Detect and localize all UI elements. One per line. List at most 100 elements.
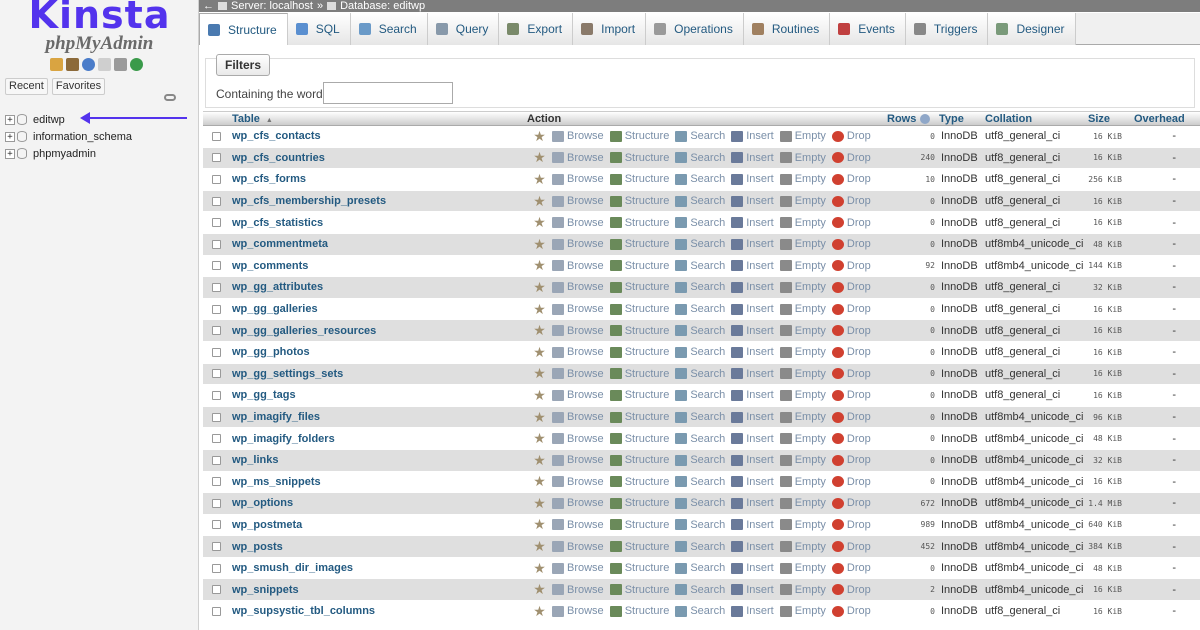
header-collation[interactable]: Collation bbox=[985, 113, 1088, 125]
action-2[interactable]: Search bbox=[675, 152, 725, 164]
action-1[interactable]: Structure bbox=[609, 433, 669, 445]
action-2[interactable]: Search bbox=[675, 497, 725, 509]
row-checkbox[interactable] bbox=[211, 196, 221, 206]
tree-item-0[interactable]: + editwp bbox=[5, 111, 197, 128]
action-2[interactable]: Search bbox=[675, 130, 725, 142]
table-name[interactable]: wp_options bbox=[229, 497, 527, 509]
row-checkbox[interactable] bbox=[211, 520, 221, 530]
action-0[interactable]: Browse bbox=[552, 519, 604, 531]
table-name[interactable]: wp_cfs_statistics bbox=[229, 217, 527, 229]
action-3[interactable]: Insert bbox=[731, 389, 774, 401]
action-5[interactable]: Drop bbox=[831, 325, 871, 337]
expand-icon[interactable]: + bbox=[5, 148, 15, 159]
action-5[interactable]: Drop bbox=[831, 130, 871, 142]
action-2[interactable]: Search bbox=[675, 346, 725, 358]
action-1[interactable]: Structure bbox=[609, 562, 669, 574]
logo[interactable]: Kinsta phpMyAdmin bbox=[0, 0, 199, 54]
favorites-button[interactable]: Favorites bbox=[51, 78, 106, 95]
table-name[interactable]: wp_gg_galleries_resources bbox=[229, 325, 527, 337]
action-1[interactable]: Structure bbox=[609, 605, 669, 617]
reload-icon[interactable] bbox=[130, 58, 143, 71]
action-0[interactable]: Browse bbox=[552, 541, 604, 553]
favorite-star-icon[interactable]: ★ bbox=[527, 560, 552, 577]
action-2[interactable]: Search bbox=[675, 368, 725, 380]
action-1[interactable]: Structure bbox=[609, 152, 669, 164]
table-name[interactable]: wp_links bbox=[229, 454, 527, 466]
action-2[interactable]: Search bbox=[675, 454, 725, 466]
tab-4[interactable]: Export bbox=[499, 13, 574, 45]
action-1[interactable]: Structure bbox=[609, 195, 669, 207]
favorite-star-icon[interactable]: ★ bbox=[527, 149, 552, 166]
table-name[interactable]: wp_gg_galleries bbox=[229, 303, 527, 315]
action-0[interactable]: Browse bbox=[552, 497, 604, 509]
action-0[interactable]: Browse bbox=[552, 217, 604, 229]
action-1[interactable]: Structure bbox=[609, 325, 669, 337]
row-checkbox[interactable] bbox=[211, 282, 221, 292]
table-name[interactable]: wp_gg_attributes bbox=[229, 281, 527, 293]
breadcrumb-server[interactable]: Server: localhost bbox=[231, 0, 313, 12]
action-0[interactable]: Browse bbox=[552, 368, 604, 380]
table-name[interactable]: wp_commentmeta bbox=[229, 238, 527, 250]
action-0[interactable]: Browse bbox=[552, 260, 604, 272]
action-3[interactable]: Insert bbox=[731, 238, 774, 250]
row-checkbox[interactable] bbox=[211, 261, 221, 271]
header-type[interactable]: Type bbox=[939, 113, 985, 125]
tree-item-1[interactable]: + information_schema bbox=[5, 128, 197, 145]
favorite-star-icon[interactable]: ★ bbox=[527, 603, 552, 620]
action-3[interactable]: Insert bbox=[731, 281, 774, 293]
tab-7[interactable]: Routines bbox=[743, 13, 831, 45]
action-3[interactable]: Insert bbox=[731, 368, 774, 380]
action-4[interactable]: Empty bbox=[779, 281, 826, 293]
action-2[interactable]: Search bbox=[675, 433, 725, 445]
action-5[interactable]: Drop bbox=[831, 281, 871, 293]
action-4[interactable]: Empty bbox=[779, 562, 826, 574]
tree-item-label[interactable]: phpmyadmin bbox=[33, 148, 96, 160]
row-checkbox[interactable] bbox=[211, 153, 221, 163]
favorite-star-icon[interactable]: ★ bbox=[527, 452, 552, 469]
action-4[interactable]: Empty bbox=[779, 346, 826, 358]
action-3[interactable]: Insert bbox=[731, 195, 774, 207]
action-2[interactable]: Search bbox=[675, 195, 725, 207]
action-2[interactable]: Search bbox=[675, 389, 725, 401]
action-5[interactable]: Drop bbox=[831, 562, 871, 574]
action-5[interactable]: Drop bbox=[831, 195, 871, 207]
action-1[interactable]: Structure bbox=[609, 584, 669, 596]
action-5[interactable]: Drop bbox=[831, 519, 871, 531]
action-5[interactable]: Drop bbox=[831, 152, 871, 164]
action-1[interactable]: Structure bbox=[609, 173, 669, 185]
action-4[interactable]: Empty bbox=[779, 217, 826, 229]
action-4[interactable]: Empty bbox=[779, 152, 826, 164]
action-1[interactable]: Structure bbox=[609, 217, 669, 229]
action-2[interactable]: Search bbox=[675, 541, 725, 553]
action-0[interactable]: Browse bbox=[552, 195, 604, 207]
action-2[interactable]: Search bbox=[675, 411, 725, 423]
tab-6[interactable]: Operations bbox=[646, 13, 744, 45]
action-5[interactable]: Drop bbox=[831, 454, 871, 466]
row-checkbox[interactable] bbox=[211, 542, 221, 552]
table-name[interactable]: wp_smush_dir_images bbox=[229, 562, 527, 574]
action-2[interactable]: Search bbox=[675, 476, 725, 488]
action-1[interactable]: Structure bbox=[609, 260, 669, 272]
favorite-star-icon[interactable]: ★ bbox=[527, 409, 552, 426]
action-1[interactable]: Structure bbox=[609, 389, 669, 401]
action-4[interactable]: Empty bbox=[779, 411, 826, 423]
favorite-star-icon[interactable]: ★ bbox=[527, 516, 552, 533]
row-checkbox[interactable] bbox=[211, 239, 221, 249]
action-5[interactable]: Drop bbox=[831, 368, 871, 380]
table-name[interactable]: wp_comments bbox=[229, 260, 527, 272]
favorite-star-icon[interactable]: ★ bbox=[527, 344, 552, 361]
action-3[interactable]: Insert bbox=[731, 454, 774, 466]
header-rows[interactable]: Rows bbox=[887, 113, 939, 125]
favorite-star-icon[interactable]: ★ bbox=[527, 495, 552, 512]
table-name[interactable]: wp_gg_settings_sets bbox=[229, 368, 527, 380]
action-1[interactable]: Structure bbox=[609, 519, 669, 531]
action-4[interactable]: Empty bbox=[779, 325, 826, 337]
row-checkbox[interactable] bbox=[211, 218, 221, 228]
action-5[interactable]: Drop bbox=[831, 303, 871, 315]
action-4[interactable]: Empty bbox=[779, 130, 826, 142]
help-icon[interactable] bbox=[920, 113, 931, 124]
expand-icon[interactable]: + bbox=[5, 131, 15, 142]
action-0[interactable]: Browse bbox=[552, 281, 604, 293]
row-checkbox[interactable] bbox=[211, 412, 221, 422]
favorite-star-icon[interactable]: ★ bbox=[527, 538, 552, 555]
